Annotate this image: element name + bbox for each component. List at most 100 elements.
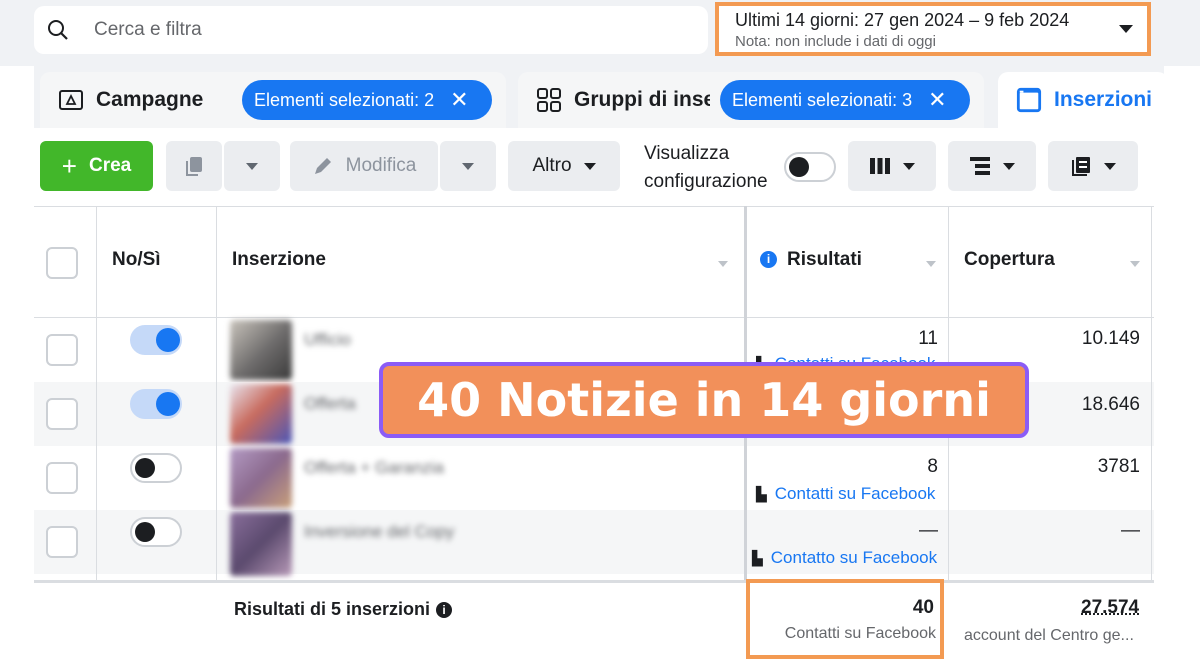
breakdown-icon <box>970 157 990 175</box>
toggle-knob <box>156 328 180 352</box>
date-range-note: Nota: non include i dati di oggi <box>735 33 936 50</box>
results-value: — <box>919 520 938 541</box>
tab-label: Campagne <box>96 88 204 111</box>
ad-thumbnail <box>230 512 292 576</box>
search-icon <box>48 20 68 40</box>
ad-thumbnail <box>230 448 292 508</box>
header-ad[interactable]: Inserzione <box>232 249 326 271</box>
results-value: 8 <box>927 456 938 477</box>
date-range-picker[interactable]: Ultimi 14 giorni: 27 gen 2024 – 9 feb 20… <box>715 2 1151 56</box>
ad-thumbnail <box>230 384 292 444</box>
selection-chip[interactable]: Elementi selezionati: 3 ✕ <box>720 80 970 120</box>
top-bar: Cerca e filtra Ultimi 14 giorni: 27 gen … <box>0 0 1200 66</box>
chevron-down-icon <box>1003 162 1015 170</box>
header-results[interactable]: Risultati <box>787 249 862 271</box>
ad-name[interactable]: Offerta <box>304 394 356 414</box>
column-divider <box>96 206 97 580</box>
overlay-banner: 40 Notizie in 14 giorni <box>379 362 1029 438</box>
result-type: ▙ Contatti su Facebook <box>756 484 936 503</box>
reach-value: — <box>1121 520 1140 541</box>
pin-icon: ▙ <box>752 550 763 566</box>
create-button[interactable]: + Crea <box>40 141 153 191</box>
ad-thumbnail <box>230 320 292 380</box>
results-total: 40 <box>912 597 934 618</box>
duplicate-button[interactable] <box>166 141 222 191</box>
select-all-checkbox[interactable] <box>46 247 78 279</box>
reports-icon <box>1072 157 1090 176</box>
search-input[interactable]: Cerca e filtra <box>34 6 708 54</box>
info-icon: i <box>760 251 777 268</box>
more-button[interactable]: Altro <box>508 141 620 191</box>
tab-label: Gruppi di inserzioni <box>574 88 710 111</box>
view-config-text: Visualizza configurazione <box>644 143 768 192</box>
toggle-knob <box>135 522 155 542</box>
sort-icon[interactable] <box>1130 261 1140 267</box>
duplicate-icon <box>186 157 202 176</box>
ad-toggle[interactable] <box>130 389 182 419</box>
sort-icon[interactable] <box>718 261 728 267</box>
edit-dropdown-button[interactable] <box>440 141 496 191</box>
results-value: 11 <box>918 328 938 349</box>
ad-name[interactable]: Ufficio <box>304 330 351 350</box>
table-header: No/Sì Inserzione i Risultati Copertura <box>34 206 1154 318</box>
tab-adsets[interactable]: Gruppi di inserzioni Elementi selezionat… <box>518 72 984 128</box>
chevron-down-icon <box>583 162 596 170</box>
plus-icon: + <box>61 150 77 181</box>
reach-value: 3781 <box>1097 456 1140 477</box>
columns-icon <box>870 158 890 174</box>
table-row[interactable]: Inversione del Copy — ▙ Contatto su Faceb… <box>34 510 1154 576</box>
sort-icon[interactable] <box>926 261 936 267</box>
pin-icon: ▙ <box>756 486 767 502</box>
table-row[interactable]: Offerta + Garanzia 8 ▙ Contatti su Facebo… <box>34 446 1154 510</box>
toggle-knob <box>156 392 180 416</box>
ad-icon <box>1016 87 1042 113</box>
view-config-label: Visualizza configurazione <box>644 140 780 196</box>
tab-campaigns[interactable]: Campagne Elementi selezionati: 2 ✕ <box>40 72 506 128</box>
toggle-knob <box>789 157 809 177</box>
info-icon[interactable]: i <box>436 602 453 618</box>
close-icon[interactable]: ✕ <box>928 89 946 111</box>
pencil-icon <box>314 158 331 174</box>
row-checkbox[interactable] <box>46 334 78 366</box>
chevron-down-icon <box>246 162 258 170</box>
ad-toggle[interactable] <box>130 517 182 547</box>
duplicate-dropdown-button[interactable] <box>224 141 280 191</box>
row-checkbox[interactable] <box>46 398 78 430</box>
tab-ads[interactable]: Inserzioni <box>998 72 1168 128</box>
reach-total[interactable]: 27.574 <box>1081 597 1139 619</box>
search-placeholder: Cerca e filtra <box>94 19 202 40</box>
ad-toggle[interactable] <box>130 453 182 483</box>
reports-button[interactable] <box>1048 141 1138 191</box>
edit-button[interactable]: Modifica <box>290 141 438 191</box>
campaign-icon <box>59 90 83 110</box>
toggle-knob <box>135 458 155 478</box>
chevron-down-icon <box>903 162 915 170</box>
adset-grid-icon <box>537 88 561 112</box>
edit-label: Modifica <box>345 155 417 176</box>
row-checkbox[interactable] <box>46 526 78 558</box>
breakdown-button[interactable] <box>948 141 1036 191</box>
results-total-label: Contatti su Facebook <box>784 625 936 642</box>
level-tabs: Campagne Elementi selezionati: 2 ✕ Grupp… <box>34 66 1168 128</box>
reach-value: 10.149 <box>1081 328 1140 349</box>
results-total-highlight: 40 Contatti su Facebook <box>746 579 944 659</box>
reach-total-label: account del Centro ge... <box>964 627 1134 644</box>
create-label: Crea <box>88 155 132 176</box>
ad-toggle[interactable] <box>130 325 182 355</box>
chevron-down-icon <box>1119 25 1133 33</box>
date-range-label: Ultimi 14 giorni: 27 gen 2024 – 9 feb 20… <box>735 10 1070 30</box>
selection-chip[interactable]: Elementi selezionati: 2 ✕ <box>242 80 492 120</box>
chevron-down-icon <box>462 162 474 170</box>
ad-name[interactable]: Offerta + Garanzia <box>304 458 444 478</box>
columns-button[interactable] <box>848 141 936 191</box>
ad-name[interactable]: Inversione del Copy <box>304 522 454 542</box>
summary-title: Risultati di 5 inserzioni i <box>234 599 453 620</box>
view-config-toggle[interactable] <box>784 152 836 182</box>
result-type: ▙ Contatto su Facebook <box>752 548 938 567</box>
header-reach[interactable]: Copertura <box>964 249 1055 271</box>
overlay-text: 40 Notizie in 14 giorni <box>417 373 991 427</box>
close-icon[interactable]: ✕ <box>450 89 468 111</box>
reach-value: 18.646 <box>1081 394 1140 415</box>
row-checkbox[interactable] <box>46 462 78 494</box>
toolbar: + Crea Modifica Altro Visualizza configu… <box>34 128 1164 206</box>
